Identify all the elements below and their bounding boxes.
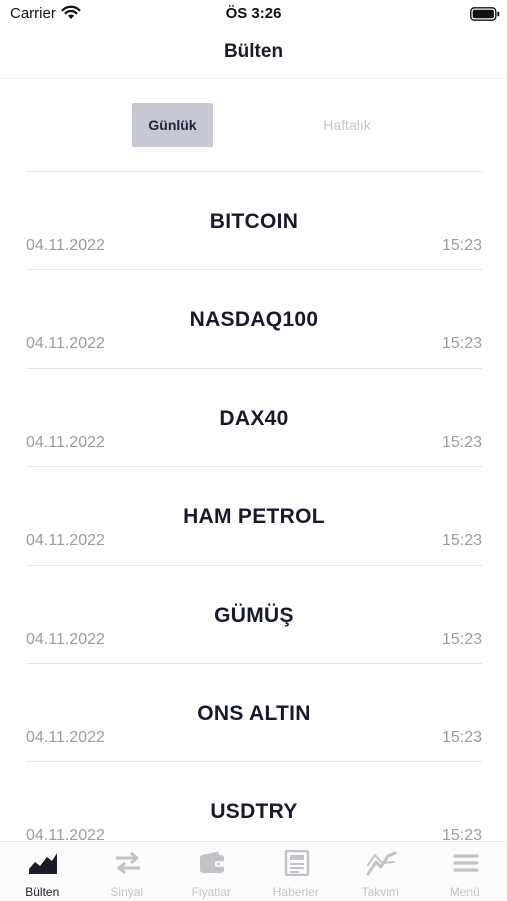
battery-icon bbox=[470, 7, 500, 21]
bulletin-time: 15:23 bbox=[442, 335, 482, 353]
bulletin-title: NASDAQ100 bbox=[26, 308, 482, 332]
wallet-icon bbox=[196, 850, 228, 876]
bulletin-item-gumus[interactable]: GÜMÜŞ 04.11.2022 15:23 bbox=[26, 566, 482, 664]
bulletin-date: 04.11.2022 bbox=[26, 237, 105, 255]
bulletin-title: DAX40 bbox=[26, 407, 482, 431]
bulletin-item-ons-altin[interactable]: ONS ALTIN 04.11.2022 15:23 bbox=[26, 664, 482, 762]
tab-label: Sinyal bbox=[85, 885, 170, 899]
tab-fiyatlar[interactable]: Fiyatlar bbox=[169, 842, 254, 901]
hamburger-menu-icon bbox=[450, 850, 482, 876]
bulletin-item-ham-petrol[interactable]: HAM PETROL 04.11.2022 15:23 bbox=[26, 467, 482, 565]
bulletin-item-dax40[interactable]: DAX40 04.11.2022 15:23 bbox=[26, 369, 482, 467]
bulletin-title: BITCOIN bbox=[26, 210, 482, 234]
swap-arrows-icon bbox=[112, 850, 144, 876]
tab-bulten[interactable]: Bülten bbox=[0, 842, 85, 901]
bulletin-list[interactable]: BITCOIN 04.11.2022 15:23 NASDAQ100 04.11… bbox=[26, 172, 482, 840]
bulletin-date: 04.11.2022 bbox=[26, 729, 105, 747]
page-title: Bülten bbox=[0, 41, 507, 63]
bulletin-time: 15:23 bbox=[442, 237, 482, 255]
tab-menu[interactable]: Menü bbox=[423, 842, 507, 901]
area-chart-icon bbox=[27, 850, 59, 876]
segment-daily[interactable]: Günlük bbox=[132, 103, 213, 147]
bulletin-time: 15:23 bbox=[442, 631, 482, 649]
navigation-bar: Bülten bbox=[0, 28, 507, 79]
bulletin-date: 04.11.2022 bbox=[26, 434, 105, 452]
bulletin-date: 04.11.2022 bbox=[26, 335, 105, 353]
line-chart-icon bbox=[365, 850, 397, 876]
tab-bar: Bülten Sinyal Fiyatlar Haberler Takvim bbox=[0, 841, 507, 901]
tab-sinyal[interactable]: Sinyal bbox=[85, 842, 170, 901]
bulletin-title: HAM PETROL bbox=[26, 505, 482, 529]
bulletin-item-bitcoin[interactable]: BITCOIN 04.11.2022 15:23 bbox=[26, 172, 482, 270]
newspaper-icon bbox=[281, 850, 313, 876]
bulletin-date: 04.11.2022 bbox=[26, 532, 105, 550]
status-time: ÖS 3:26 bbox=[0, 5, 507, 22]
bulletin-title: USDTRY bbox=[26, 800, 482, 824]
tab-label: Takvim bbox=[338, 885, 423, 899]
bulletin-title: GÜMÜŞ bbox=[26, 604, 482, 628]
bulletin-date: 04.11.2022 bbox=[26, 631, 105, 649]
bulletin-time: 15:23 bbox=[442, 532, 482, 550]
tab-label: Fiyatlar bbox=[169, 885, 254, 899]
segment-weekly[interactable]: Haftalık bbox=[305, 103, 389, 147]
bulletin-time: 15:23 bbox=[442, 827, 482, 840]
bulletin-time: 15:23 bbox=[442, 729, 482, 747]
tab-label: Bülten bbox=[0, 885, 85, 899]
tab-takvim[interactable]: Takvim bbox=[338, 842, 423, 901]
period-segmented-control: Günlük Haftalık bbox=[0, 103, 507, 148]
bulletin-time: 15:23 bbox=[442, 434, 482, 452]
bulletin-item-nasdaq100[interactable]: NASDAQ100 04.11.2022 15:23 bbox=[26, 270, 482, 368]
status-bar: Carrier ÖS 3:26 bbox=[0, 0, 507, 28]
tab-label: Haberler bbox=[254, 885, 339, 899]
bulletin-date: 04.11.2022 bbox=[26, 827, 105, 840]
bulletin-item-usdtry[interactable]: USDTRY 04.11.2022 15:23 bbox=[26, 762, 482, 840]
tab-label: Menü bbox=[423, 885, 507, 899]
tab-haberler[interactable]: Haberler bbox=[254, 842, 339, 901]
bulletin-title: ONS ALTIN bbox=[26, 702, 482, 726]
